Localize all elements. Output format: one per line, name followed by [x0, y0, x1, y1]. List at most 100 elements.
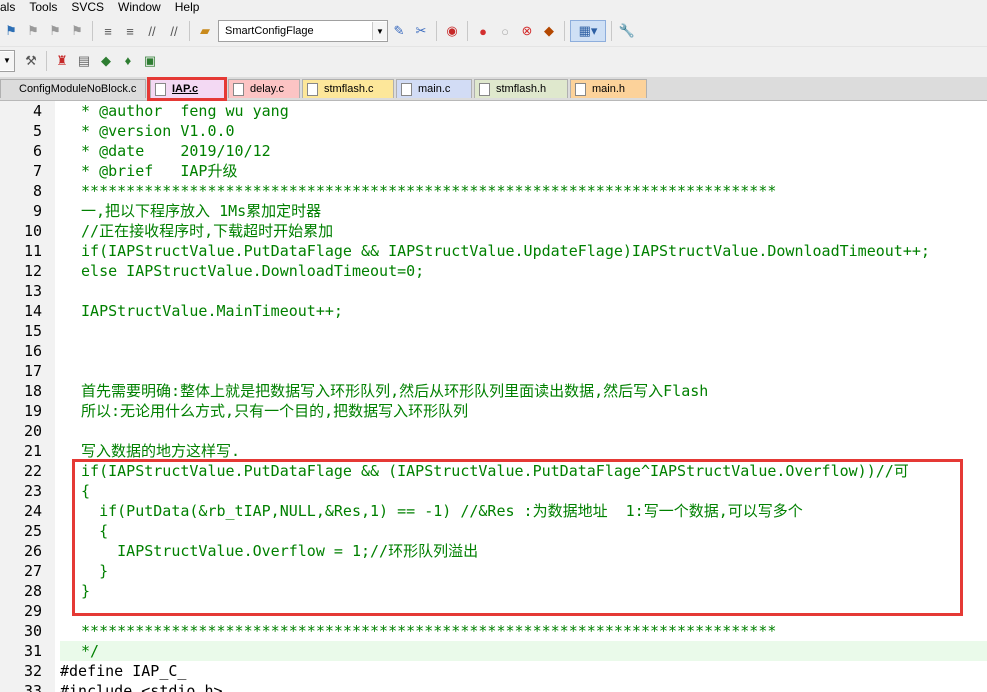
- line-text: 一,把以下程序放入 1Ms累加定时器: [72, 202, 322, 220]
- line-number: 27: [23, 562, 42, 580]
- line-text: */: [72, 642, 100, 660]
- line-text: * @version V1.0.0: [72, 122, 235, 140]
- file-extensions-icon[interactable]: ▤: [74, 51, 94, 71]
- incremental-find-icon[interactable]: ✂: [411, 21, 431, 41]
- code-line[interactable]: 4 * @author feng wu yang: [0, 101, 987, 121]
- configure-icon[interactable]: 🔧: [617, 21, 637, 41]
- line-text: if(PutData(&rb_tIAP,NULL,&Res,1) == -1) …: [72, 502, 803, 520]
- line-text: * @brief IAP升级: [72, 162, 238, 180]
- search-icon[interactable]: ✎: [389, 21, 409, 41]
- code-line[interactable]: 24 if(PutData(&rb_tIAP,NULL,&Res,1) == -…: [0, 501, 987, 521]
- tab-delay-c[interactable]: delay.c: [228, 79, 300, 98]
- code-line[interactable]: 21 写入数据的地方这样写.: [0, 441, 987, 461]
- code-line[interactable]: 22 if(IAPStructValue.PutDataFlage && (IA…: [0, 461, 987, 481]
- line-number: 9: [32, 202, 42, 220]
- code-line[interactable]: 27 }: [0, 561, 987, 581]
- line-number: 18: [23, 382, 42, 400]
- code-line[interactable]: 32 #define IAP_C_: [0, 661, 987, 681]
- code-line[interactable]: 10 //正在接收程序时,下载超时开始累加: [0, 221, 987, 241]
- line-number: 7: [32, 162, 42, 180]
- code-line[interactable]: 31 */: [0, 641, 987, 661]
- debug-session-icon[interactable]: ◉: [442, 21, 462, 41]
- line-number: 24: [23, 502, 42, 520]
- tab-iap-c[interactable]: IAP.c: [150, 79, 225, 98]
- line-number: 22: [23, 462, 42, 480]
- line-number: 15: [23, 322, 42, 340]
- line-number: 8: [32, 182, 42, 200]
- menu-item-help[interactable]: Help: [175, 0, 200, 14]
- code-line[interactable]: 13: [0, 281, 987, 301]
- indent-icon[interactable]: ≡: [98, 21, 118, 41]
- tab-stmflash-h[interactable]: stmflash.h: [474, 79, 568, 98]
- kill-breakpoints-icon[interactable]: ⊗: [517, 21, 537, 41]
- uncomment-icon[interactable]: //: [164, 21, 184, 41]
- chevron-down-icon[interactable]: ▼: [372, 22, 387, 40]
- line-number: 23: [23, 482, 42, 500]
- line-text: }: [72, 582, 91, 600]
- line-text: ****************************************…: [72, 182, 777, 200]
- chevron-down-icon[interactable]: ▼: [0, 51, 14, 70]
- code-line[interactable]: 29: [0, 601, 987, 621]
- code-line[interactable]: 5 * @version V1.0.0: [0, 121, 987, 141]
- code-line[interactable]: 26 IAPStructValue.Overflow = 1;//环形队列溢出: [0, 541, 987, 561]
- line-text: IAPStructValue.Overflow = 1;//环形队列溢出: [72, 542, 479, 560]
- tab-configmodulenoblock[interactable]: ConfigModuleNoBlock.c: [0, 79, 146, 98]
- unindent-icon[interactable]: ≡: [120, 21, 140, 41]
- manage-components-icon[interactable]: ◆: [96, 51, 116, 71]
- build-toolbar: ▼ ⚒ ♜ ▤ ◆ ♦ ▣: [0, 46, 987, 74]
- line-number: 31: [23, 642, 42, 660]
- code-line[interactable]: 11 if(IAPStructValue.PutDataFlage && IAP…: [0, 241, 987, 261]
- code-line[interactable]: 30 *************************************…: [0, 621, 987, 641]
- bookmark-icon[interactable]: ⚑: [1, 21, 21, 41]
- code-line[interactable]: 14 IAPStructValue.MainTimeout++;: [0, 301, 987, 321]
- tab-main-c[interactable]: main.c: [396, 79, 472, 98]
- code-line[interactable]: 12 else IAPStructValue.DownloadTimeout=0…: [0, 261, 987, 281]
- toolbar-separator: [467, 21, 468, 41]
- toolbar-separator: [92, 21, 93, 41]
- line-text: if(IAPStructValue.PutDataFlage && IAPStr…: [72, 242, 930, 260]
- code-line[interactable]: 33 #include <stdio.h>: [0, 681, 987, 692]
- code-line[interactable]: 23 {: [0, 481, 987, 501]
- target-options-icon[interactable]: ⚒: [21, 51, 41, 71]
- menu-item-window[interactable]: Window: [118, 0, 161, 14]
- select-packs-icon[interactable]: ♦: [118, 51, 138, 71]
- code-line[interactable]: 28 }: [0, 581, 987, 601]
- code-line[interactable]: 6 * @date 2019/10/12: [0, 141, 987, 161]
- line-text: else IAPStructValue.DownloadTimeout=0;: [72, 262, 425, 280]
- code-line[interactable]: 17: [0, 361, 987, 381]
- disable-breakpoint-icon[interactable]: ○: [495, 21, 515, 41]
- code-line[interactable]: 25 {: [0, 521, 987, 541]
- code-line[interactable]: 18 首先需要明确:整体上就是把数据写入环形队列,然后从环形队列里面读出数据,然…: [0, 381, 987, 401]
- code-line[interactable]: 20: [0, 421, 987, 441]
- toolbar-separator: [189, 21, 190, 41]
- code-line[interactable]: 16: [0, 341, 987, 361]
- code-editor[interactable]: 4 * @author feng wu yang 5 * @version V1.…: [0, 101, 987, 692]
- code-line[interactable]: 7 * @brief IAP升级: [0, 161, 987, 181]
- tab-stmflash-c[interactable]: stmflash.c: [302, 79, 394, 98]
- code-line[interactable]: 15: [0, 321, 987, 341]
- menu-item-svcs[interactable]: SVCS: [71, 0, 104, 14]
- next-bookmark-icon[interactable]: ⚑: [45, 21, 65, 41]
- menu-item-tools[interactable]: Tools: [29, 0, 57, 14]
- comment-icon[interactable]: //: [142, 21, 162, 41]
- target-dropdown[interactable]: ▼: [0, 49, 15, 72]
- kill-all-breakpoints-icon[interactable]: ◆: [539, 21, 559, 41]
- line-text: #define IAP_C_: [60, 662, 187, 680]
- window-layout-icon[interactable]: ▦▾: [570, 20, 606, 42]
- toolbar-separator: [436, 21, 437, 41]
- code-line[interactable]: 9 一,把以下程序放入 1Ms累加定时器: [0, 201, 987, 221]
- manage-project-icon[interactable]: ♜: [52, 51, 72, 71]
- find-in-files-icon[interactable]: ▰: [195, 21, 215, 41]
- tab-label: stmflash.h: [496, 83, 547, 95]
- menu-item-peripherals[interactable]: als: [0, 0, 15, 14]
- find-combo[interactable]: SmartConfigFlage ▼: [218, 20, 388, 42]
- line-number: 26: [23, 542, 42, 560]
- clear-bookmarks-icon[interactable]: ⚑: [67, 21, 87, 41]
- code-line[interactable]: 8 **************************************…: [0, 181, 987, 201]
- tab-label: ConfigModuleNoBlock.c: [19, 83, 137, 95]
- pack-installer-icon[interactable]: ▣: [140, 51, 160, 71]
- code-line[interactable]: 19 所以:无论用什么方式,只有一个目的,把数据写入环形队列: [0, 401, 987, 421]
- tab-main-h[interactable]: main.h: [570, 79, 647, 98]
- breakpoint-icon[interactable]: ●: [473, 21, 493, 41]
- prev-bookmark-icon[interactable]: ⚑: [23, 21, 43, 41]
